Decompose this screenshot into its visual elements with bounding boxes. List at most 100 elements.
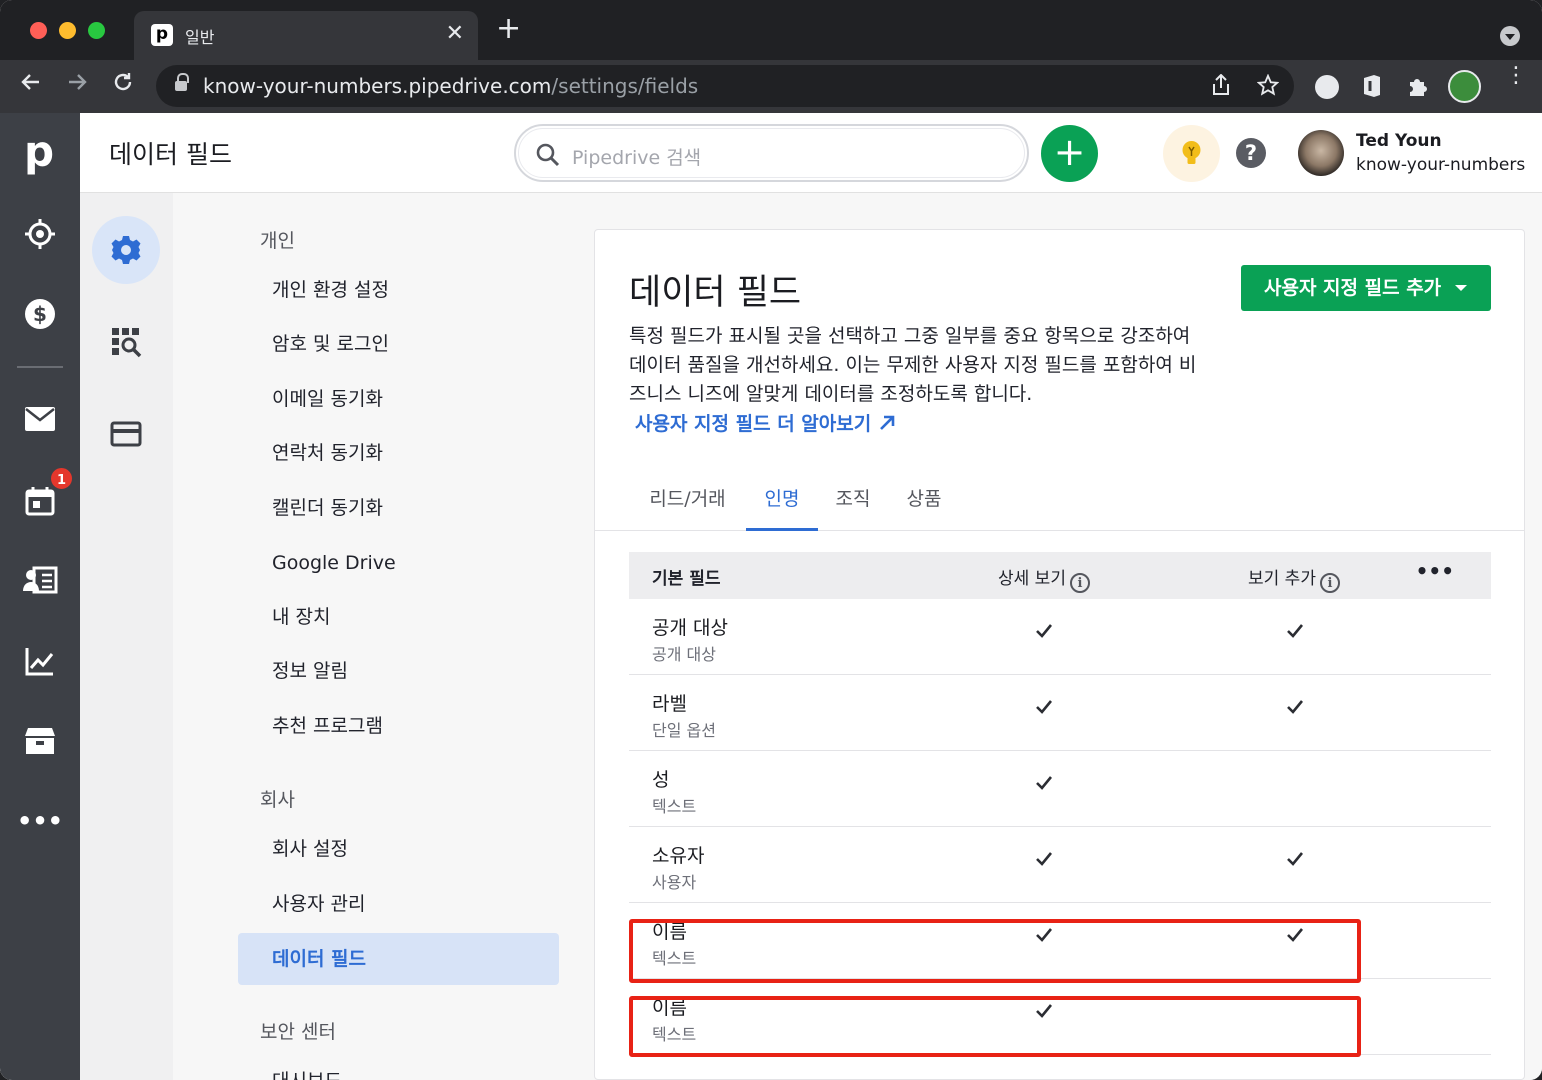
table-row[interactable]: 라벨 단일 옵션 (629, 675, 1491, 751)
deals-dollar-icon[interactable]: $ (20, 294, 60, 334)
bookmark-star-icon[interactable] (1256, 73, 1280, 101)
tab-people[interactable]: 인명 (746, 484, 818, 531)
menu-group-company: 회사 (260, 789, 295, 811)
app-top-bar: 데이터 필드 Pipedrive 검색 + ? Ted Youn know-yo… (80, 113, 1542, 193)
settings-menu: 개인 개인 환경 설정 암호 및 로그인 이메일 동기화 연락처 동기화 캘린더… (173, 193, 593, 1080)
rail-divider (17, 366, 63, 368)
menu-item-manage-users[interactable]: 사용자 관리 (238, 878, 559, 930)
browser-tab[interactable]: p 일반 ✕ (134, 11, 478, 60)
pipedrive-logo[interactable]: p (24, 129, 54, 175)
menu-item-company-settings[interactable]: 회사 설정 (238, 823, 559, 875)
menu-item-data-fields[interactable]: 데이터 필드 (238, 933, 559, 985)
tab-leads-deals[interactable]: 리드/거래 (645, 484, 730, 531)
reload-icon[interactable] (111, 70, 135, 100)
user-name[interactable]: Ted Youn (1356, 131, 1442, 151)
checkmark-icon[interactable] (1286, 621, 1304, 641)
field-type: 공개 대상 (652, 645, 716, 664)
menu-item-password-login[interactable]: 암호 및 로그인 (238, 318, 559, 370)
zoom-window-button[interactable] (88, 22, 105, 39)
settings-gear-icon[interactable] (92, 216, 160, 284)
profile-avatar[interactable] (1448, 70, 1481, 103)
table-row[interactable]: 성텍스트 (629, 751, 1491, 827)
browser-window: p 일반 ✕ + know-your-numbers.pipedrive.com… (0, 0, 1542, 1080)
svg-text:$: $ (33, 302, 47, 326)
menu-item-email-sync[interactable]: 이메일 동기화 (238, 373, 559, 425)
table-row[interactable]: 공개 대상 공개 대상 (629, 599, 1491, 675)
share-icon[interactable] (1211, 73, 1231, 101)
info-icon[interactable]: i (1069, 573, 1090, 593)
tools-apps-icon[interactable] (92, 308, 160, 376)
more-options-icon[interactable]: ••• (1416, 561, 1454, 581)
products-box-icon[interactable] (20, 721, 60, 761)
checkmark-icon[interactable] (1035, 773, 1053, 793)
browser-menu-icon[interactable]: ⋮ (1505, 65, 1527, 87)
back-arrow-icon[interactable] (19, 70, 43, 100)
checkmark-icon[interactable] (1035, 849, 1053, 869)
menu-group-personal: 개인 (260, 230, 295, 252)
checkmark-icon[interactable] (1286, 697, 1304, 717)
column-basic-fields: 기본 필드 (652, 569, 721, 589)
insights-chart-icon[interactable] (20, 641, 60, 681)
contacts-icon[interactable] (20, 560, 60, 600)
more-icon[interactable]: ••• (17, 801, 63, 841)
forward-arrow-icon[interactable] (65, 70, 89, 100)
puzzle-icon[interactable] (1406, 74, 1430, 104)
browser-toolbar: know-your-numbers.pipedrive.com/settings… (0, 60, 1542, 113)
field-name: 공개 대상 (652, 617, 728, 639)
field-type: 텍스트 (652, 797, 697, 816)
menu-item-contacts-sync[interactable]: 연락처 동기화 (238, 427, 559, 479)
table-row[interactable]: 소유자 사용자 (629, 827, 1491, 903)
menu-item-dashboard[interactable]: 대시보드 (238, 1055, 559, 1080)
calendar-badge: 1 (49, 466, 74, 491)
red-highlight-box (629, 919, 1361, 983)
tab-title: 일반 (185, 28, 215, 47)
leads-target-icon[interactable] (20, 214, 60, 254)
menu-item-calendar-sync[interactable]: 캘린더 동기화 (238, 482, 559, 534)
close-icon[interactable]: ✕ (446, 21, 464, 46)
column-detail-view: 상세 보기 i (998, 564, 1090, 593)
menu-item-notifications[interactable]: 정보 알림 (238, 645, 559, 697)
checkmark-icon[interactable] (1035, 697, 1053, 717)
close-window-button[interactable] (30, 22, 47, 39)
field-name: 소유자 (652, 845, 705, 867)
field-name: 라벨 (652, 693, 687, 715)
external-link-icon (879, 415, 895, 430)
help-icon[interactable]: ? (1236, 138, 1266, 168)
settings-sub-rail (80, 193, 173, 1080)
tab-organizations[interactable]: 조직 (829, 484, 877, 531)
data-fields-card: 데이터 필드 사용자 지정 필드 추가 특정 필드가 표시될 곳을 선택하고 그… (594, 229, 1525, 1080)
avatar[interactable] (1298, 130, 1344, 176)
menu-item-google-drive[interactable]: Google Drive (238, 537, 559, 589)
menu-item-preferences[interactable]: 개인 환경 설정 (238, 264, 559, 316)
lock-icon (175, 73, 189, 92)
tab-products[interactable]: 상품 (900, 484, 948, 531)
info-icon[interactable]: i (1319, 573, 1340, 593)
mail-icon[interactable] (20, 399, 60, 439)
field-name: 성 (652, 769, 670, 791)
minimize-window-button[interactable] (59, 22, 76, 39)
page-title: 데이터 필드 (109, 140, 232, 169)
checkmark-icon[interactable] (1035, 621, 1053, 641)
checkmark-icon[interactable] (1286, 849, 1304, 869)
table-header: 기본 필드 상세 보기 i 보기 추가 i ••• (629, 552, 1491, 599)
lightbulb-button[interactable] (1163, 125, 1220, 182)
tab-search-icon[interactable] (1500, 26, 1520, 46)
search-input[interactable]: Pipedrive 검색 (514, 124, 1029, 182)
menu-item-referral[interactable]: 추천 프로그램 (238, 700, 559, 752)
menu-item-my-devices[interactable]: 내 장치 (238, 591, 559, 643)
new-tab-button[interactable]: + (496, 14, 521, 44)
billing-card-icon[interactable] (92, 400, 160, 468)
extension-icon[interactable] (1315, 75, 1339, 99)
add-custom-field-button[interactable]: 사용자 지정 필드 추가 (1241, 265, 1491, 311)
description-text: 특정 필드가 표시될 곳을 선택하고 그중 일부를 중요 항목으로 강조하여 데… (629, 325, 1197, 405)
address-bar[interactable]: know-your-numbers.pipedrive.com/settings… (156, 65, 1294, 107)
learn-more-link[interactable]: 사용자 지정 필드 더 알아보기 (635, 409, 896, 436)
content-title: 데이터 필드 (629, 273, 802, 313)
column-add-view: 보기 추가 i (1248, 564, 1340, 593)
menu-group-security: 보안 센터 (260, 1021, 336, 1043)
office-extension-icon[interactable] (1362, 74, 1382, 104)
entity-tabs: 리드/거래 인명 조직 상품 (595, 476, 1524, 531)
pipedrive-favicon-icon: p (151, 24, 173, 46)
quick-add-button[interactable]: + (1041, 125, 1098, 182)
company-name[interactable]: know-your-numbers (1356, 155, 1525, 175)
